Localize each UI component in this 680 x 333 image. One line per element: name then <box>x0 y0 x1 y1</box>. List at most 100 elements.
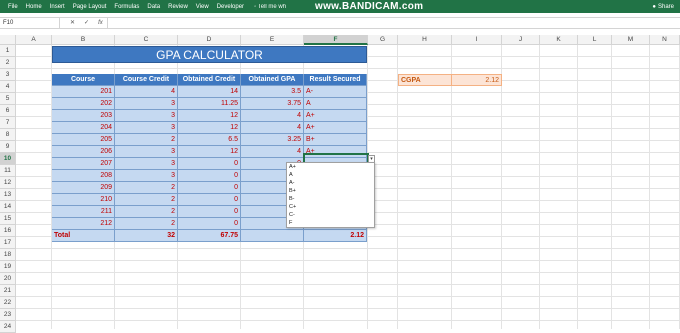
name-box[interactable]: F10 <box>0 18 60 29</box>
column-header-i[interactable]: I <box>452 35 502 45</box>
column-header-a[interactable]: A <box>16 35 52 45</box>
table-cell[interactable]: 210 <box>52 194 115 206</box>
column-header-h[interactable]: H <box>398 35 452 45</box>
row-header-17[interactable]: 17 <box>0 237 16 249</box>
table-cell[interactable]: 3 <box>115 158 178 170</box>
table-cell[interactable]: 2 <box>115 134 178 146</box>
table-cell[interactable]: 0 <box>178 194 241 206</box>
cgpa-value[interactable]: 2.12 <box>452 74 502 86</box>
total-cell[interactable]: 67.75 <box>178 230 241 242</box>
cancel-icon[interactable]: ✕ <box>70 18 75 29</box>
table-cell[interactable]: 2 <box>115 218 178 230</box>
row-header-9[interactable]: 9 <box>0 141 16 153</box>
ribbon-tab-view[interactable]: View <box>192 4 213 10</box>
row-header-20[interactable]: 20 <box>0 273 16 285</box>
table-header-cell[interactable]: Obtained GPA <box>241 74 304 86</box>
table-header-cell[interactable]: Course <box>52 74 115 86</box>
row-header-4[interactable]: 4 <box>0 81 16 93</box>
table-cell[interactable]: 3.75 <box>241 98 304 110</box>
table-cell[interactable]: 3 <box>115 146 178 158</box>
table-cell[interactable]: 211 <box>52 206 115 218</box>
row-header-19[interactable]: 19 <box>0 261 16 273</box>
row-header-21[interactable]: 21 <box>0 285 16 297</box>
row-header-14[interactable]: 14 <box>0 201 16 213</box>
table-cell[interactable]: 3 <box>115 122 178 134</box>
page-title[interactable]: GPA CALCULATOR <box>52 46 367 63</box>
function-icon[interactable]: fx <box>98 18 103 29</box>
row-header-1[interactable]: 1 <box>0 45 16 57</box>
table-cell[interactable]: 208 <box>52 170 115 182</box>
table-header-cell[interactable]: Obtained Credit <box>178 74 241 86</box>
row-header-7[interactable]: 7 <box>0 117 16 129</box>
table-cell[interactable]: 207 <box>52 158 115 170</box>
column-header-g[interactable]: G <box>368 35 398 45</box>
table-cell[interactable]: 212 <box>52 218 115 230</box>
dropdown-option[interactable]: B- <box>287 195 374 203</box>
table-cell[interactable]: 12 <box>178 146 241 158</box>
total-cell[interactable] <box>241 230 304 242</box>
row-header-5[interactable]: 5 <box>0 93 16 105</box>
table-cell[interactable]: A+ <box>304 110 367 122</box>
row-header-2[interactable]: 2 <box>0 57 16 69</box>
total-cell[interactable]: 32 <box>115 230 178 242</box>
row-header-18[interactable]: 18 <box>0 249 16 261</box>
ribbon-tab-developer[interactable]: Developer <box>213 4 248 10</box>
row-header-16[interactable]: 16 <box>0 225 16 237</box>
select-all-corner[interactable] <box>0 35 16 45</box>
ribbon-tab-review[interactable]: Review <box>164 4 192 10</box>
table-cell[interactable]: 0 <box>178 170 241 182</box>
total-label[interactable]: Total <box>52 230 115 242</box>
cgpa-label[interactable]: CGPA <box>398 74 452 86</box>
table-cell[interactable]: 0 <box>178 158 241 170</box>
table-cell[interactable]: 205 <box>52 134 115 146</box>
row-header-8[interactable]: 8 <box>0 129 16 141</box>
table-cell[interactable]: 201 <box>52 86 115 98</box>
dropdown-option[interactable]: C+ <box>287 203 374 211</box>
table-cell[interactable]: 2 <box>115 206 178 218</box>
tell-me-search[interactable]: ◦ Tell me wh <box>248 4 286 10</box>
column-header-j[interactable]: J <box>502 35 540 45</box>
table-cell[interactable]: 3 <box>115 98 178 110</box>
table-cell[interactable]: 4 <box>241 110 304 122</box>
table-cell[interactable]: 209 <box>52 182 115 194</box>
table-cell[interactable]: 206 <box>52 146 115 158</box>
table-cell[interactable]: 0 <box>178 182 241 194</box>
column-header-c[interactable]: C <box>115 35 178 45</box>
table-cell[interactable]: 3.25 <box>241 134 304 146</box>
ribbon-tab-home[interactable]: Home <box>22 4 46 10</box>
table-header-cell[interactable]: Course Credit <box>115 74 178 86</box>
row-header-22[interactable]: 22 <box>0 297 16 309</box>
row-header-6[interactable]: 6 <box>0 105 16 117</box>
ribbon-tab-formulas[interactable]: Formulas <box>110 4 143 10</box>
table-cell[interactable]: 2 <box>115 194 178 206</box>
row-header-11[interactable]: 11 <box>0 165 16 177</box>
table-cell[interactable]: 6.5 <box>178 134 241 146</box>
row-header-23[interactable]: 23 <box>0 309 16 321</box>
dropdown-option[interactable]: A+ <box>287 163 374 171</box>
table-cell[interactable]: A+ <box>304 122 367 134</box>
table-cell[interactable]: 0 <box>178 218 241 230</box>
table-cell[interactable]: A- <box>304 86 367 98</box>
table-cell[interactable]: 202 <box>52 98 115 110</box>
ribbon-tab-data[interactable]: Data <box>143 4 164 10</box>
ribbon-tab-insert[interactable]: Insert <box>46 4 69 10</box>
row-header-12[interactable]: 12 <box>0 177 16 189</box>
column-header-f[interactable]: F <box>304 35 368 45</box>
column-header-l[interactable]: L <box>578 35 612 45</box>
table-cell[interactable]: 2 <box>115 182 178 194</box>
table-cell[interactable]: 11.25 <box>178 98 241 110</box>
table-cell[interactable]: 4 <box>241 146 304 158</box>
table-cell[interactable]: 3 <box>115 110 178 122</box>
column-header-d[interactable]: D <box>178 35 241 45</box>
formula-input[interactable] <box>107 18 680 29</box>
table-cell[interactable]: 4 <box>241 122 304 134</box>
share-button[interactable]: ● Share <box>652 0 674 13</box>
column-header-e[interactable]: E <box>241 35 304 45</box>
dropdown-option[interactable]: F <box>287 219 374 227</box>
row-header-15[interactable]: 15 <box>0 213 16 225</box>
ribbon-tab-page-layout[interactable]: Page Layout <box>69 4 111 10</box>
table-cell[interactable]: 204 <box>52 122 115 134</box>
table-cell[interactable]: 4 <box>115 86 178 98</box>
table-cell[interactable]: 12 <box>178 110 241 122</box>
ribbon-tab-file[interactable]: File <box>0 4 22 10</box>
